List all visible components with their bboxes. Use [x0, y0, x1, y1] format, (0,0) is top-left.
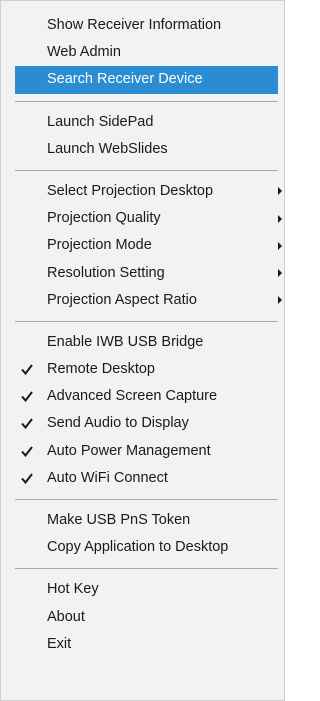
menu-item-label: Make USB PnS Token: [47, 512, 191, 528]
menu-item-send-audio-to-display[interactable]: Send Audio to Display: [1, 410, 284, 437]
menu-separator: [15, 568, 278, 570]
menu-item-enable-iwb-usb-bridge[interactable]: Enable IWB USB Bridge: [1, 329, 284, 356]
menu-item-label: Remote Desktop: [47, 361, 155, 378]
menu-item-remote-desktop[interactable]: Remote Desktop: [1, 356, 284, 383]
menu-item-advanced-screen-capture[interactable]: Advanced Screen Capture: [1, 383, 284, 410]
menu-item-auto-power-management[interactable]: Auto Power Management: [1, 438, 284, 465]
menu-item-projection-quality[interactable]: Projection Quality: [1, 205, 284, 232]
menu-item-select-projection-desktop[interactable]: Select Projection Desktop: [1, 178, 284, 205]
menu-item-label: Resolution Setting: [47, 264, 165, 281]
menu-separator: [15, 169, 278, 171]
menu-item-label: Select Projection Desktop: [47, 182, 214, 199]
menu-item-exit[interactable]: Exit: [1, 631, 284, 658]
menu-item-label: Copy Application to Desktop: [47, 539, 229, 556]
check-icon: [19, 410, 35, 437]
check-icon: [19, 465, 35, 492]
menu-item-projection-aspect-ratio[interactable]: Projection Aspect Ratio: [1, 287, 284, 314]
menu-item-label: Enable IWB USB Bridge: [47, 333, 204, 350]
menu-item-label: Web Admin: [47, 44, 121, 61]
menu-item-resolution-setting[interactable]: Resolution Setting: [1, 260, 284, 287]
menu-item-label: Send Audio to Display: [47, 415, 189, 432]
menu-item-launch-sidepad[interactable]: Launch SidePad: [1, 109, 284, 136]
menu-item-launch-webslides[interactable]: Launch WebSlides: [1, 136, 284, 163]
menu-item-label: Search Receiver Device: [47, 71, 203, 88]
submenu-arrow-icon: [278, 260, 282, 287]
menu-separator: [15, 499, 278, 500]
menu-item-label: Auto WiFi Connect: [47, 469, 168, 486]
menu-item-projection-mode[interactable]: Projection Mode: [1, 232, 284, 259]
menu-item-label: Projection Quality: [47, 210, 161, 227]
submenu-arrow-icon: [278, 178, 282, 205]
menu-item-label: Advanced Screen Capture: [47, 388, 218, 405]
menu-item-label: Launch SidePad: [47, 113, 154, 130]
menu-item-show-receiver-information[interactable]: Show Receiver Information: [1, 12, 284, 39]
menu-item-label: Projection Aspect Ratio: [47, 291, 197, 308]
menu-item-make-usb-pns-token[interactable]: Make USB PnS Token: [1, 507, 284, 534]
menu-item-label: About: [47, 608, 85, 625]
menu-item-label: Show Receiver Information: [47, 17, 222, 33]
submenu-arrow-icon: [278, 205, 282, 232]
menu-item-auto-wifi-connect[interactable]: Auto WiFi Connect: [1, 465, 284, 492]
menu-item-label: Exit: [47, 635, 72, 652]
check-icon: [19, 438, 35, 465]
check-icon: [19, 356, 35, 383]
menu-item-label: Hot Key: [47, 581, 99, 598]
submenu-arrow-icon: [278, 232, 282, 259]
menu-item-label: Projection Mode: [47, 237, 152, 254]
menu-item-label: Launch WebSlides: [47, 140, 168, 157]
menu-separator: [15, 320, 278, 322]
menu-item-copy-application-to-desktop[interactable]: Copy Application to Desktop: [1, 534, 284, 561]
context-menu: Show Receiver Information Web Admin Search…: [0, 0, 285, 701]
check-icon: [19, 383, 35, 410]
menu-item-label: Auto Power Management: [47, 442, 211, 459]
submenu-arrow-icon: [278, 287, 282, 314]
menu-item-web-admin[interactable]: Web Admin: [1, 39, 284, 66]
menu-item-about[interactable]: About: [1, 604, 284, 631]
menu-separator: [15, 100, 278, 102]
menu-item-hot-key[interactable]: Hot Key: [1, 576, 284, 603]
menu-item-search-receiver-device[interactable]: Search Receiver Device: [15, 66, 278, 94]
